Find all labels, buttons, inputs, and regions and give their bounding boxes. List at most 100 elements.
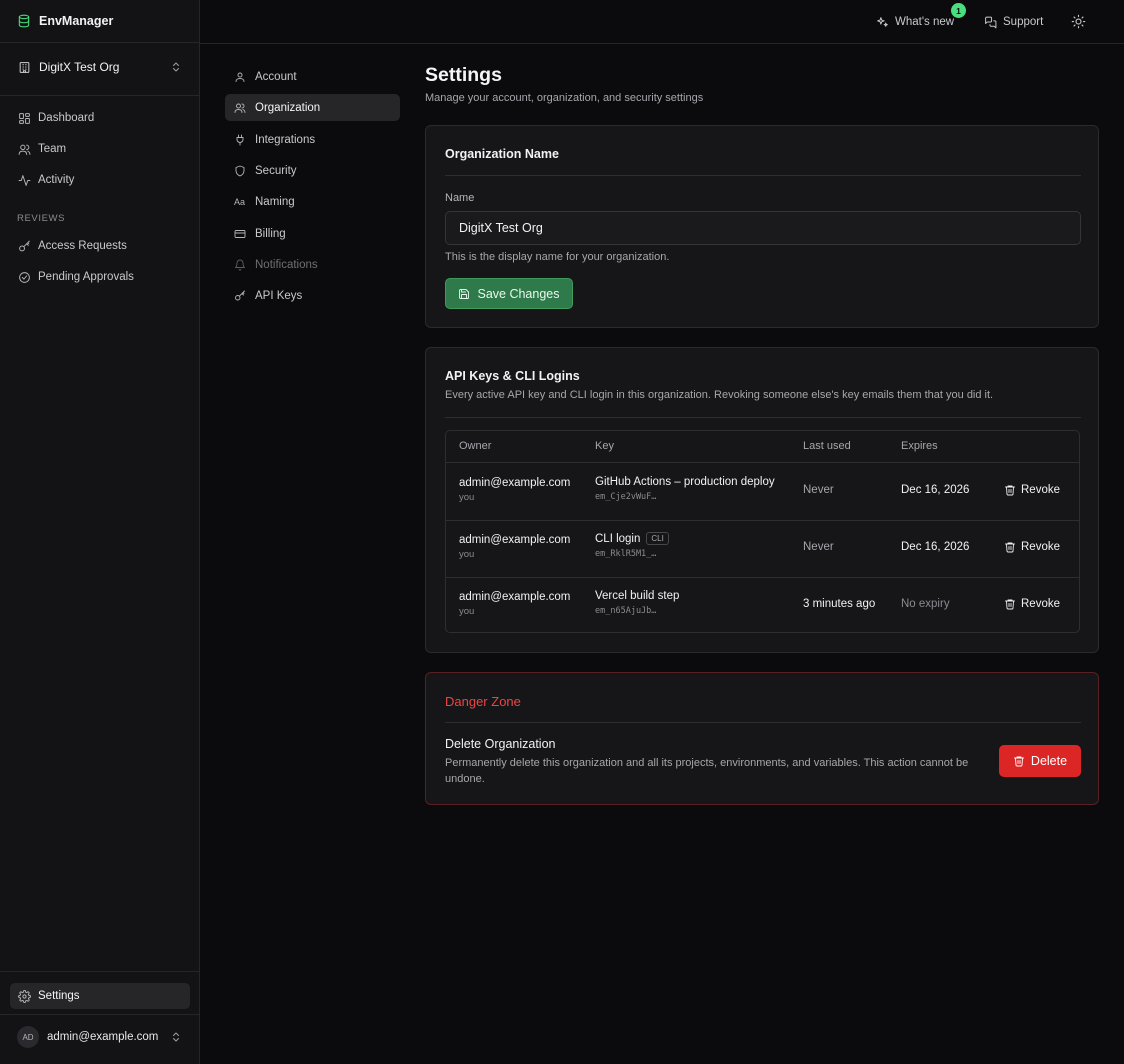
org-switcher-label: DigitX Test Org	[39, 60, 120, 74]
owner-sub: you	[459, 606, 475, 617]
support-button[interactable]: Support	[984, 12, 1043, 32]
sidebar-item-label: Access Requests	[38, 240, 127, 252]
sidebar-divider	[0, 1014, 199, 1015]
delete-label: Delete	[1030, 754, 1068, 768]
settings-nav-label: Billing	[255, 227, 286, 240]
name-field-label: Name	[445, 192, 475, 204]
topbar: What's new 1 Support	[200, 0, 1124, 44]
card-description: Every active API key and CLI login in th…	[445, 389, 994, 401]
org-name-input[interactable]	[445, 211, 1081, 245]
whats-new-label: What's new	[895, 16, 955, 28]
settings-nav-security[interactable]: Security	[225, 157, 400, 184]
revoke-label: Revoke	[1021, 484, 1060, 496]
settings-nav-account[interactable]: Account	[225, 63, 400, 90]
settings-nav-label: Naming	[255, 195, 295, 208]
cli-tag-badge: CLI	[646, 532, 669, 545]
users-icon	[234, 102, 246, 114]
expires: Dec 16, 2026	[901, 484, 970, 496]
settings-nav-integrations[interactable]: Integrations	[225, 126, 400, 153]
key-icon	[234, 290, 246, 302]
owner-sub: you	[459, 492, 475, 503]
sidebar-item-label: Dashboard	[38, 112, 95, 124]
key-cell: CLI login CLI em_RklR5M1_…	[595, 532, 669, 559]
api-keys-table: Owner Key Last used Expires admin@exampl…	[445, 430, 1080, 633]
expires: No expiry	[901, 598, 950, 610]
card-divider	[445, 722, 1081, 723]
bell-icon	[234, 259, 246, 271]
trash-icon	[1004, 598, 1016, 610]
key-id: em_n65AjuJb…	[595, 606, 657, 616]
card-title: Danger Zone	[445, 694, 521, 709]
settings-nav-api-keys[interactable]: API Keys	[225, 282, 400, 309]
settings-nav-label: Organization	[255, 101, 321, 114]
settings-nav-label: Security	[255, 164, 297, 177]
delete-org-button[interactable]: Delete	[999, 745, 1081, 777]
last-used: Never	[803, 484, 834, 496]
settings-nav-billing[interactable]: Billing	[225, 220, 400, 247]
revoke-label: Revoke	[1021, 598, 1060, 610]
shield-icon	[234, 165, 246, 177]
card-title: API Keys & CLI Logins	[445, 369, 580, 383]
revoke-button[interactable]: Revoke	[1004, 541, 1060, 553]
save-changes-label: Save Changes	[477, 286, 560, 301]
app-name: EnvManager	[39, 14, 114, 28]
sidebar-item-dashboard[interactable]: Dashboard	[10, 105, 190, 131]
key-icon	[18, 240, 31, 253]
check-circle-icon	[18, 271, 31, 284]
whats-new-button[interactable]: What's new	[876, 12, 954, 32]
sidebar: EnvManager DigitX Test Org Dashboard Tea…	[0, 0, 200, 1064]
text-case-icon: Aa	[234, 196, 246, 207]
owner-sub: you	[459, 549, 475, 560]
sidebar-item-pending-approvals[interactable]: Pending Approvals	[10, 264, 190, 290]
danger-zone-card: Danger Zone Delete Organization Permanen…	[425, 672, 1099, 805]
sidebar-divider	[0, 971, 199, 972]
users-icon	[18, 143, 31, 156]
database-icon	[17, 14, 31, 28]
revoke-label: Revoke	[1021, 541, 1060, 553]
trash-icon	[1013, 755, 1025, 767]
name-field-hint: This is the display name for your organi…	[445, 251, 670, 263]
sidebar-item-activity[interactable]: Activity	[10, 167, 190, 193]
table-row: admin@example.com you GitHub Actions – p…	[446, 463, 1079, 520]
settings-nav-label: Notifications	[255, 258, 318, 271]
sidebar-item-settings[interactable]: Settings	[10, 983, 190, 1009]
save-changes-button[interactable]: Save Changes	[445, 278, 573, 309]
org-switcher[interactable]: DigitX Test Org	[10, 53, 190, 81]
table-row: admin@example.com you CLI login CLI em_R…	[446, 520, 1079, 577]
trash-icon	[1004, 541, 1016, 553]
activity-icon	[18, 174, 31, 187]
revoke-button[interactable]: Revoke	[1004, 598, 1060, 610]
sidebar-divider	[0, 95, 199, 96]
gear-icon	[18, 989, 31, 1003]
sidebar-item-label: Pending Approvals	[38, 271, 134, 283]
save-icon	[458, 288, 470, 300]
owner-cell: admin@example.com you	[459, 477, 570, 503]
owner-email: admin@example.com	[459, 477, 571, 489]
app-brand[interactable]: EnvManager	[0, 0, 199, 43]
sparkles-icon	[876, 16, 889, 29]
owner-email: admin@example.com	[459, 534, 571, 546]
card-divider	[445, 417, 1081, 418]
revoke-button[interactable]: Revoke	[1004, 484, 1060, 496]
sidebar-item-label: Team	[38, 143, 67, 155]
sun-icon[interactable]	[1071, 14, 1086, 29]
key-id: em_Cje2vWuF…	[595, 492, 657, 502]
last-used: 3 minutes ago	[803, 598, 876, 610]
api-keys-card: API Keys & CLI Logins Every active API k…	[425, 347, 1099, 653]
user-menu[interactable]: AD admin@example.com	[10, 1023, 190, 1051]
trash-icon	[1004, 484, 1016, 496]
settings-nav-label: Account	[255, 70, 297, 83]
chevrons-up-down-icon	[170, 1031, 182, 1043]
settings-nav-label: API Keys	[255, 289, 303, 302]
key-id: em_RklR5M1_…	[595, 549, 657, 559]
table-row: admin@example.com you Vercel build step …	[446, 577, 1079, 634]
sidebar-item-access-requests[interactable]: Access Requests	[10, 233, 190, 259]
settings-nav-naming[interactable]: Aa Naming	[225, 188, 400, 215]
dashboard-icon	[18, 112, 31, 125]
org-name-card: Organization Name Name This is the displ…	[425, 125, 1099, 328]
key-cell: GitHub Actions – production deploy em_Cj…	[595, 476, 775, 502]
sidebar-item-team[interactable]: Team	[10, 136, 190, 162]
settings-nav-organization[interactable]: Organization	[225, 94, 400, 121]
user-email: admin@example.com	[47, 1031, 159, 1043]
key-cell: Vercel build step em_n65AjuJb…	[595, 590, 679, 616]
